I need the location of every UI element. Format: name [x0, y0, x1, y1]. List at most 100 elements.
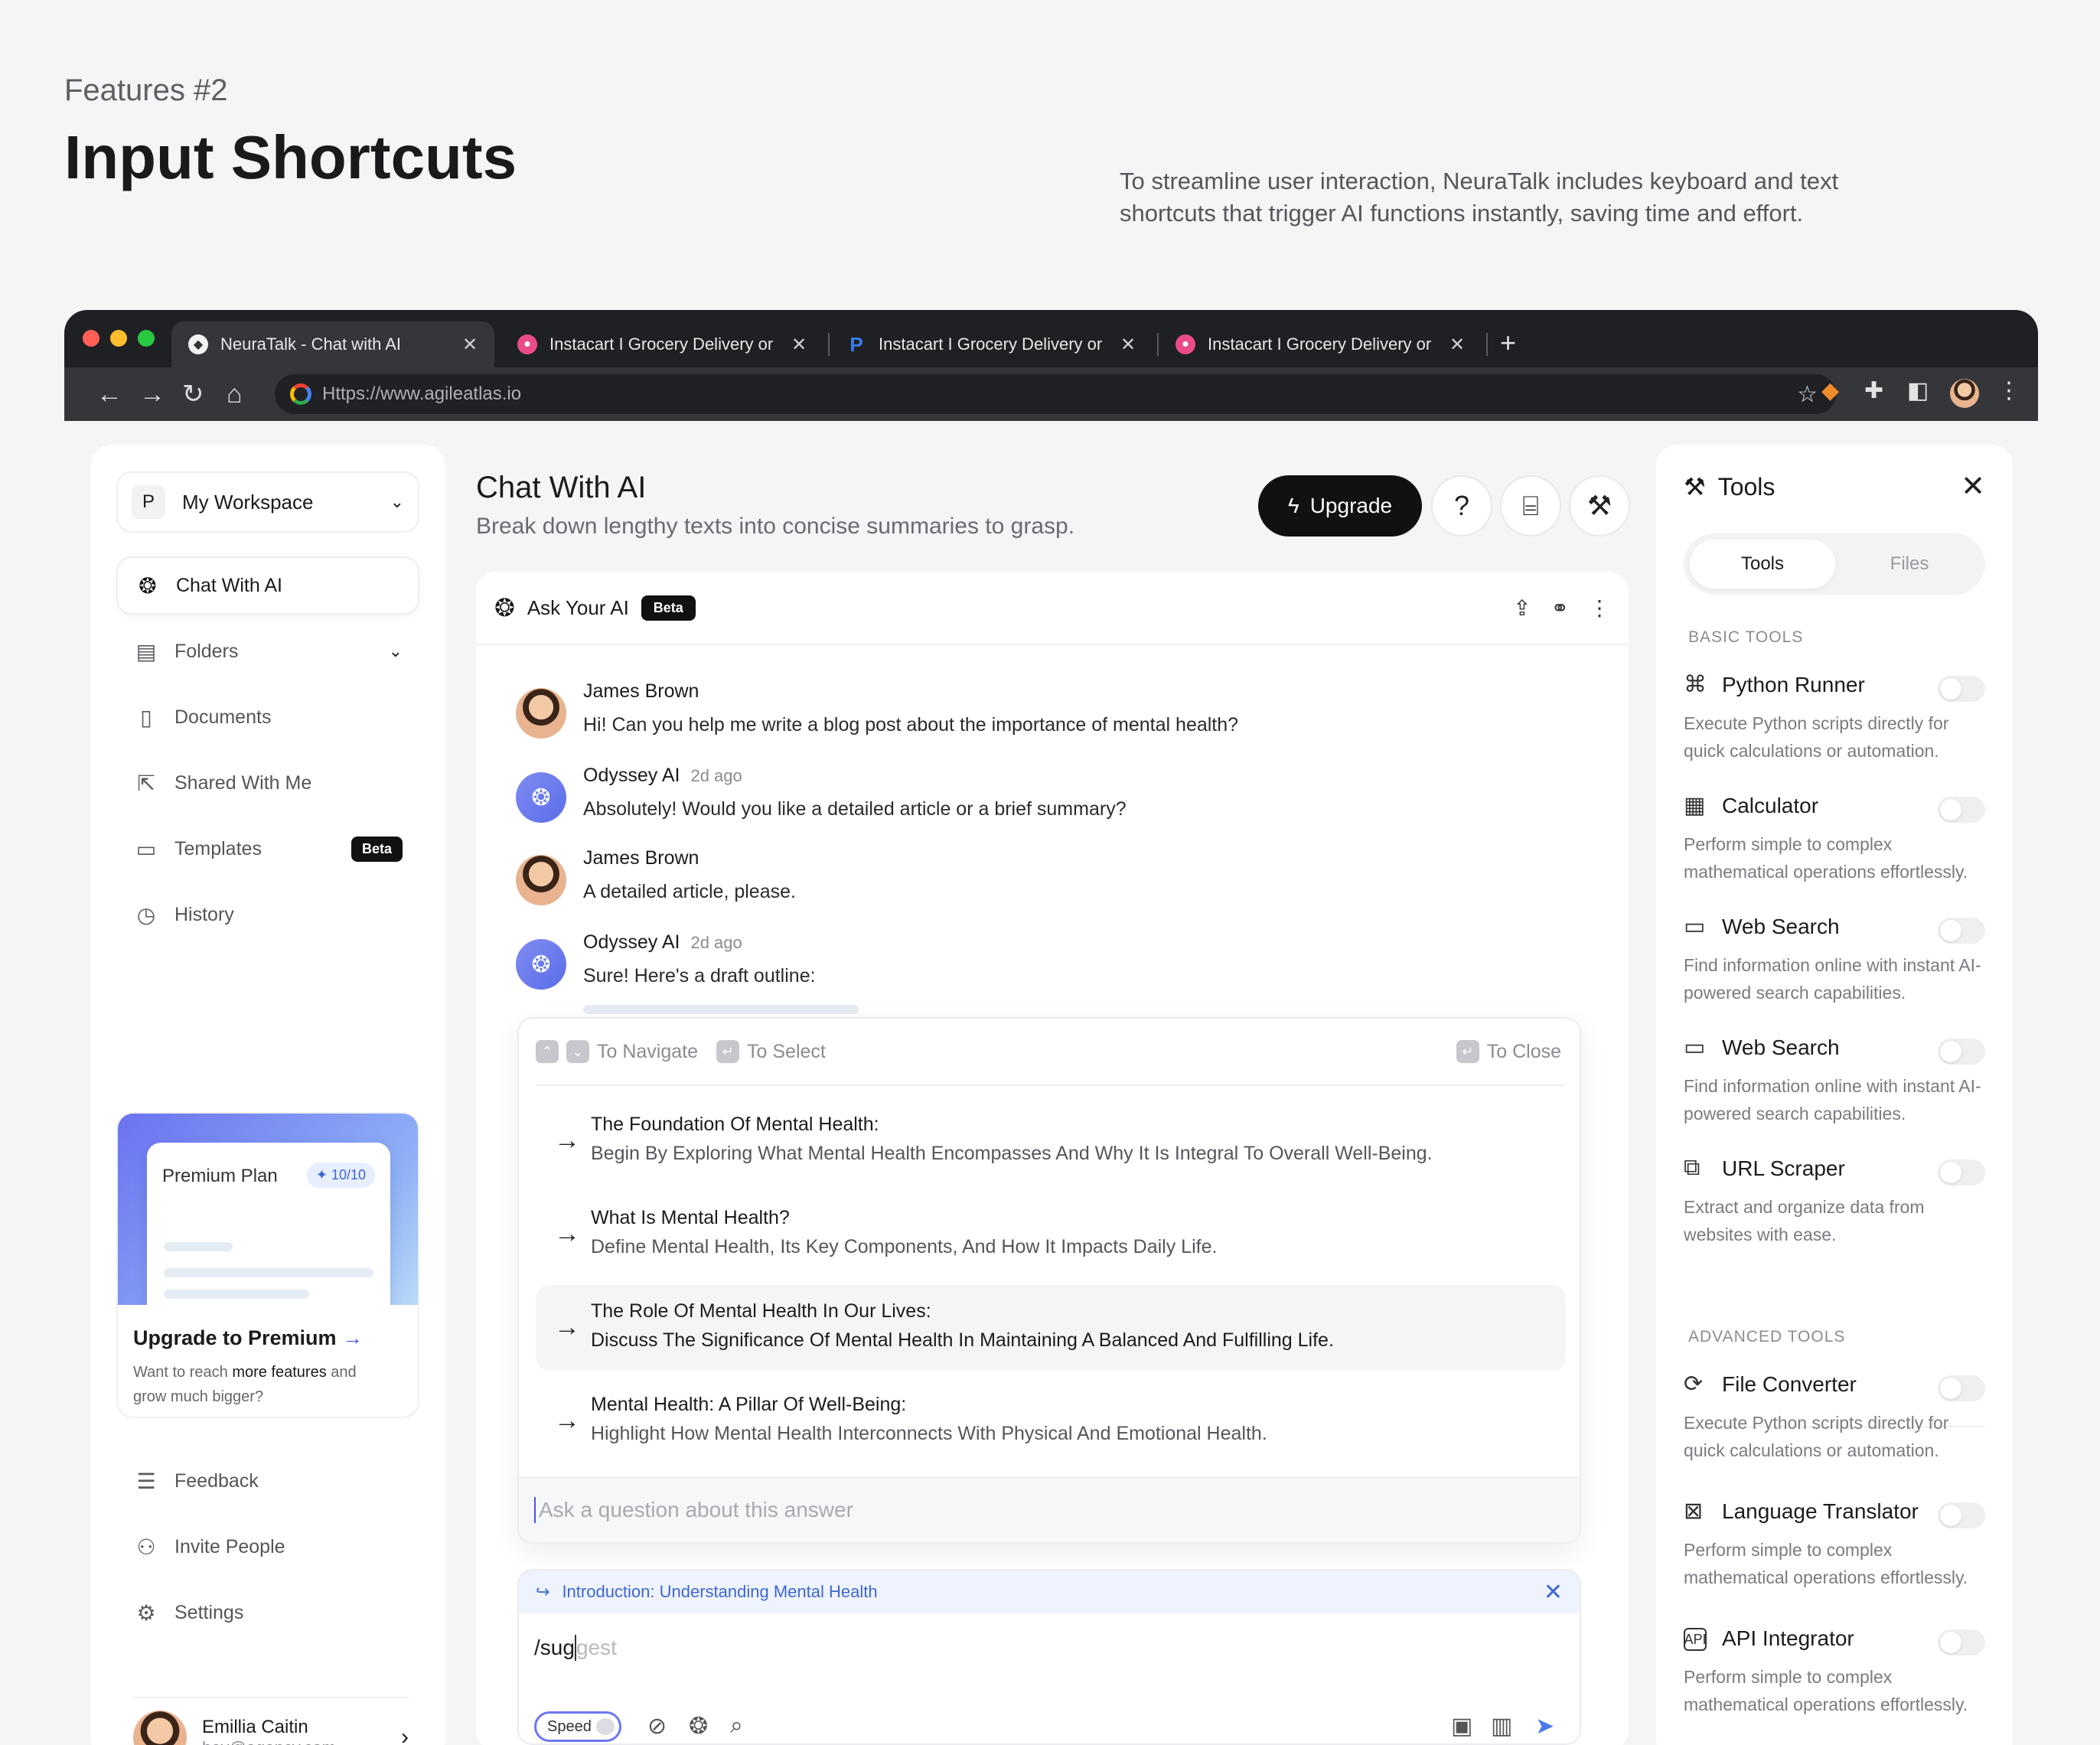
tool-name: Calculator: [1722, 794, 1819, 817]
tab-tools[interactable]: Tools: [1690, 540, 1835, 589]
promo-heading[interactable]: Upgrade to Premium →: [133, 1326, 363, 1350]
upgrade-button[interactable]: ϟ Upgrade: [1258, 475, 1422, 537]
tool-toggle[interactable]: [1938, 676, 1985, 702]
openai-icon: ❂: [139, 573, 157, 598]
close-window-dot[interactable]: [83, 330, 99, 347]
suggestion-item[interactable]: → What Is Mental Health? Define Mental H…: [536, 1192, 1566, 1277]
gift-button[interactable]: ⌸: [1500, 475, 1561, 537]
upgrade-promo-card[interactable]: Premium Plan ✦ 10/10 Upgrade to Premium …: [116, 1112, 419, 1418]
bot-avatar-icon: ❂: [516, 939, 566, 990]
sidebar: P My Workspace ⌄ ❂ Chat With AI ▤ Folder…: [90, 445, 445, 1745]
tool-name: Web Search: [1722, 1036, 1840, 1059]
search-sparkle-icon[interactable]: ⌕: [730, 1713, 743, 1739]
arrow-right-icon: →: [554, 1313, 580, 1342]
home-icon[interactable]: ⌂: [227, 377, 243, 411]
bookmark-star-icon[interactable]: ☆: [1797, 381, 1818, 408]
browser-tab[interactable]: ● Instacart I Grocery Delivery or ✕: [501, 321, 823, 367]
sidebar-item-label: Chat With AI: [176, 574, 282, 596]
tab-title: Instacart I Grocery Delivery or: [1208, 334, 1432, 354]
chevron-down-icon: ⌄: [390, 492, 404, 511]
new-tab-icon[interactable]: +: [1500, 327, 1516, 359]
close-tab-icon[interactable]: ✕: [791, 334, 807, 356]
suggestion-item[interactable]: → The Foundation Of Mental Health: Begin…: [536, 1098, 1566, 1184]
back-icon[interactable]: ←: [96, 377, 122, 411]
tool-name: Web Search: [1722, 915, 1840, 938]
page-subtitle: Break down lengthy texts into concise su…: [476, 514, 1075, 539]
sidebar-item-shared[interactable]: ⇱ Shared With Me: [116, 754, 419, 812]
sidebar-item-feedback[interactable]: ☰ Feedback: [116, 1452, 419, 1510]
message-author: James Brown: [583, 847, 699, 869]
voice-icon[interactable]: ▥: [1491, 1713, 1512, 1740]
tool-toggle[interactable]: [1938, 1375, 1985, 1401]
user-profile[interactable]: Emillia Caitin hey@agency.com ›: [133, 1697, 409, 1745]
tool-description: Perform simple to complex mathematical o…: [1684, 834, 1968, 882]
tab-files[interactable]: Files: [1840, 540, 1979, 589]
sidebar-item-documents[interactable]: ▯ Documents: [116, 688, 419, 746]
avatar: [516, 855, 566, 905]
help-button[interactable]: ?: [1431, 475, 1492, 537]
promo-heading-text: Upgrade to Premium: [133, 1326, 337, 1349]
tool-toggle[interactable]: [1938, 797, 1985, 823]
author-name: Odyssey AI: [583, 931, 680, 953]
plan-score-badge: ✦ 10/10: [306, 1163, 375, 1188]
section-label: BASIC TOOLS: [1688, 628, 1804, 646]
tool-toggle[interactable]: [1938, 1039, 1985, 1065]
kebab-menu-icon[interactable]: ⋮: [1997, 377, 2020, 404]
fox-extension-icon[interactable]: ◆: [1821, 377, 1839, 404]
kebab-menu-icon[interactable]: ⋮: [1589, 595, 1610, 621]
close-icon[interactable]: ✕: [1961, 469, 1985, 504]
close-icon[interactable]: ✕: [1544, 1579, 1563, 1606]
sidebar-item-folders[interactable]: ▤ Folders ⌄: [116, 622, 419, 680]
profile-avatar-icon[interactable]: [1950, 379, 1979, 408]
speed-toggle[interactable]: Speed: [534, 1711, 621, 1742]
share-icon[interactable]: ⇪: [1513, 595, 1531, 621]
browser-tab[interactable]: P Instacart I Grocery Delivery or ✕: [830, 321, 1153, 367]
lightning-icon: ϟ: [1287, 494, 1299, 517]
message-input[interactable]: /sug gest: [534, 1635, 617, 1661]
reload-icon[interactable]: ↻: [182, 377, 204, 411]
send-icon[interactable]: ➤: [1535, 1713, 1554, 1740]
sidepanel-icon[interactable]: ◧: [1907, 377, 1929, 404]
tool-toggle[interactable]: [1938, 1629, 1985, 1655]
tool-toggle[interactable]: [1938, 918, 1985, 944]
ai-model-icon[interactable]: ❂: [689, 1713, 708, 1740]
workspace-avatar: P: [132, 485, 165, 519]
tool-toggle[interactable]: [1938, 1160, 1985, 1186]
message-time: 2d ago: [690, 933, 742, 952]
suggestion-item-highlighted[interactable]: → The Role Of Mental Health In Our Lives…: [536, 1285, 1566, 1371]
close-tab-icon[interactable]: ✕: [1120, 334, 1136, 356]
escape-key-icon: ↵: [1456, 1040, 1479, 1063]
maximize-window-dot[interactable]: [138, 330, 155, 347]
bot-avatar-icon: ❂: [516, 772, 566, 823]
close-tab-icon[interactable]: ✕: [1449, 334, 1465, 356]
workspace-selector[interactable]: P My Workspace ⌄: [116, 471, 419, 533]
browser-tab[interactable]: ◆ NeuraTalk - Chat with AI ✕: [171, 321, 495, 367]
followup-question-input[interactable]: Ask a question about this answer: [519, 1476, 1580, 1542]
forward-icon[interactable]: →: [139, 377, 165, 411]
sidebar-item-invite[interactable]: ⚇ Invite People: [116, 1518, 419, 1576]
tool-toggle[interactable]: [1938, 1502, 1985, 1528]
sidebar-item-chat[interactable]: ❂ Chat With AI: [116, 556, 419, 615]
close-tab-icon[interactable]: ✕: [462, 334, 478, 356]
tool-description: Perform simple to complex mathematical o…: [1684, 1667, 1968, 1714]
suggestion-item[interactable]: → Mental Health: A Pillar Of Well-Being:…: [536, 1378, 1566, 1464]
minimize-window-dot[interactable]: [110, 330, 127, 347]
link-icon[interactable]: ⚭: [1551, 595, 1569, 621]
browser-tab[interactable]: ● Instacart I Grocery Delivery or ✕: [1159, 321, 1482, 367]
address-bar[interactable]: Https://www.agileatlas.io ☆: [275, 374, 1836, 414]
premium-plan-card: Premium Plan ✦ 10/10: [147, 1143, 390, 1326]
tools-button[interactable]: ⚒: [1569, 475, 1630, 537]
chat-message: James Brown Hi! Can you help me write a …: [516, 680, 1587, 757]
sidebar-item-settings[interactable]: ⚙ Settings: [116, 1584, 419, 1642]
hint-label: To Close: [1486, 1040, 1561, 1062]
upgrade-label: Upgrade: [1309, 494, 1393, 517]
chat-message: James Brown A detailed article, please.: [516, 847, 1587, 924]
arrow-down-key-icon: ⌄: [566, 1040, 589, 1063]
puzzle-extension-icon[interactable]: ✚: [1864, 377, 1883, 404]
chat-header-title: Ask Your AI: [527, 595, 629, 619]
image-upload-icon[interactable]: ▣: [1451, 1713, 1472, 1740]
tools-segmented-control: Tools Files: [1684, 533, 1985, 595]
sidebar-item-templates[interactable]: ▭ Templates Beta: [116, 820, 419, 878]
slash-command-icon[interactable]: ⊘: [647, 1713, 667, 1740]
sidebar-item-history[interactable]: ◷ History: [116, 886, 419, 944]
